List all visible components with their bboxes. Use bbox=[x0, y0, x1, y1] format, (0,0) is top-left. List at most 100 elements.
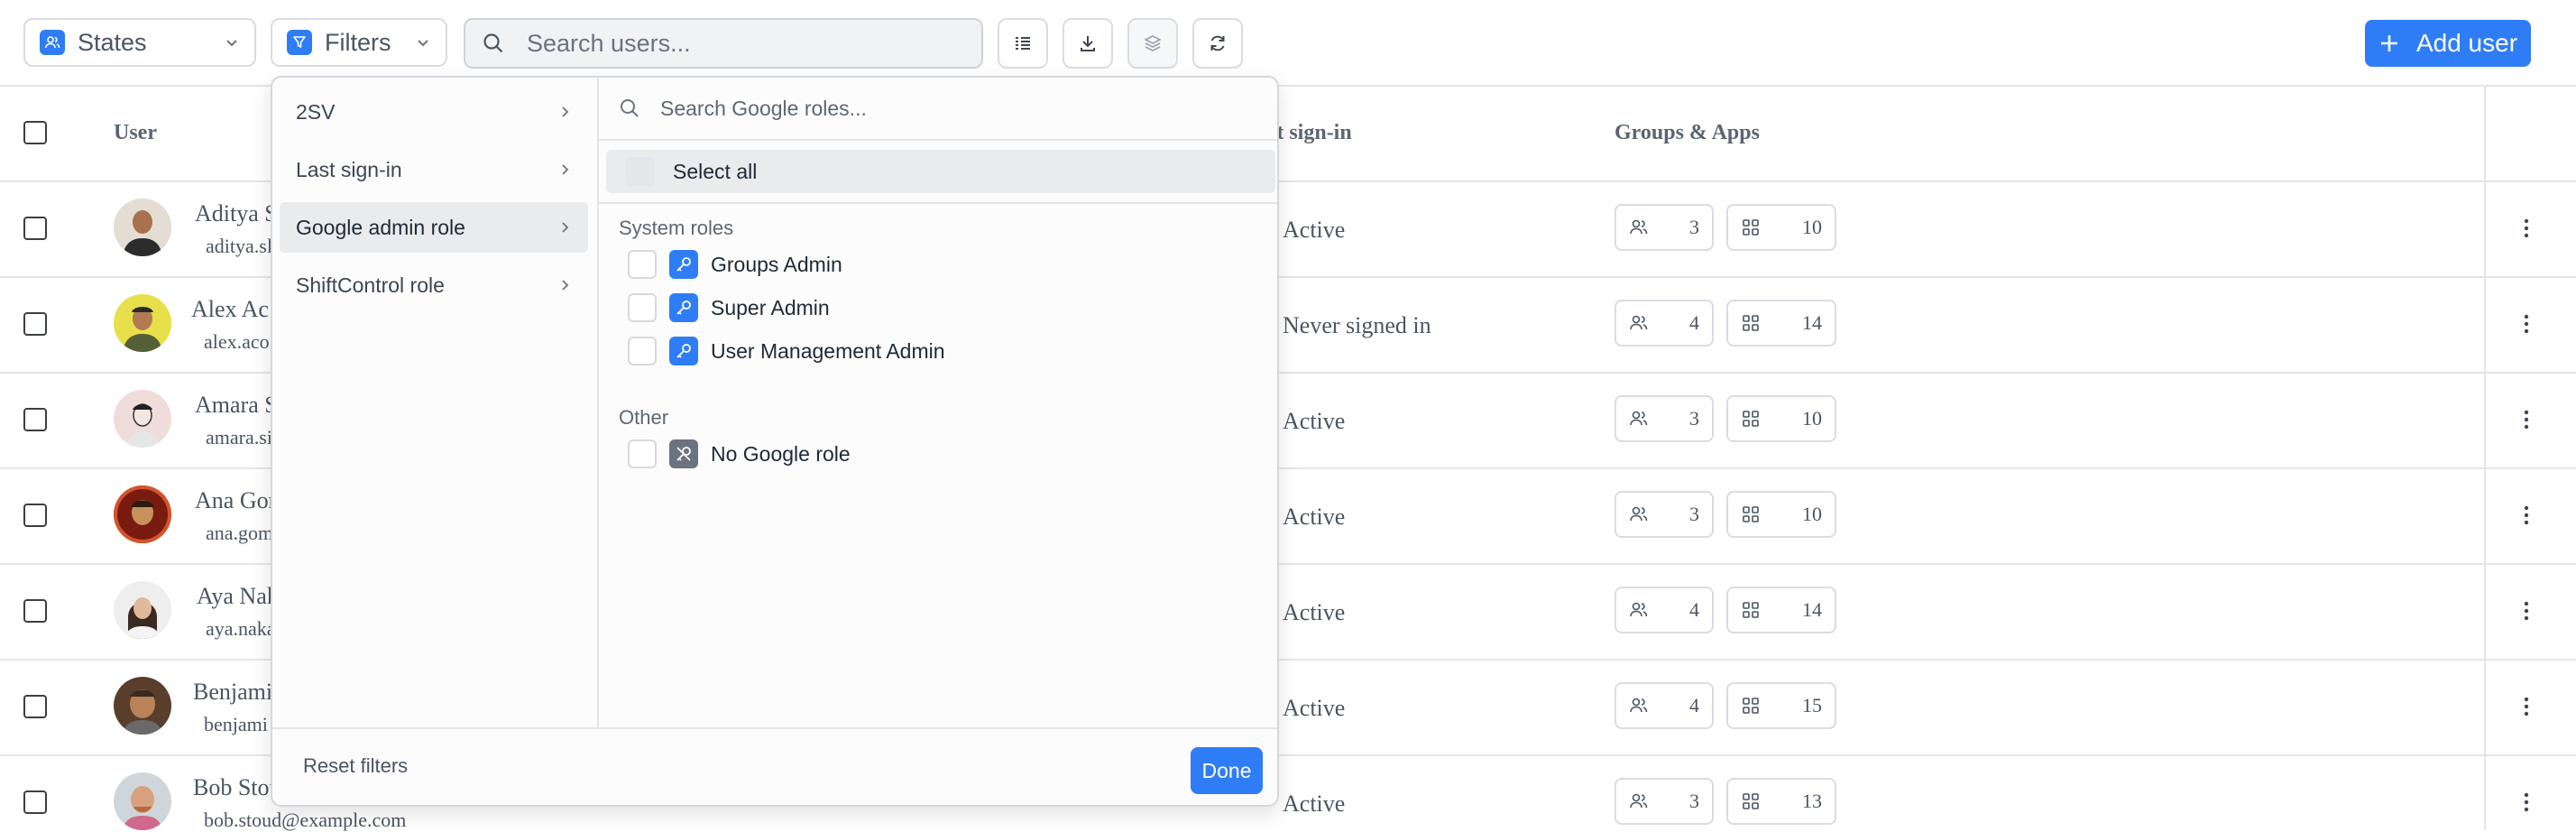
row-checkbox[interactable] bbox=[23, 504, 47, 527]
role-label: Super Admin bbox=[711, 295, 830, 319]
row-checkbox[interactable] bbox=[23, 312, 47, 336]
filters-select[interactable]: Filters bbox=[271, 18, 447, 67]
groups-count-chip[interactable]: 4 bbox=[1615, 682, 1714, 729]
users-icon bbox=[1629, 504, 1649, 524]
user-email: bob.stoud@example.com bbox=[204, 809, 407, 831]
select-all-rows-checkbox[interactable] bbox=[23, 121, 47, 144]
row-menu-icon[interactable] bbox=[2519, 217, 2534, 240]
chevron-right-icon bbox=[557, 220, 572, 235]
role-label: No Google role bbox=[711, 441, 851, 466]
chevron-down-icon bbox=[415, 34, 431, 51]
row-menu-icon[interactable] bbox=[2519, 790, 2534, 814]
user-name[interactable]: Benjami bbox=[193, 679, 272, 706]
user-name[interactable]: Aditya S bbox=[195, 200, 278, 227]
row-checkbox[interactable] bbox=[23, 217, 47, 240]
states-label: States bbox=[78, 28, 147, 56]
user-name[interactable]: Aya Nak bbox=[197, 583, 279, 610]
user-email: alex.aco bbox=[204, 330, 270, 353]
apps-count-chip[interactable]: 13 bbox=[1726, 778, 1836, 825]
column-header-user[interactable]: User bbox=[114, 121, 157, 145]
row-menu-icon[interactable] bbox=[2519, 408, 2534, 431]
done-button[interactable]: Done bbox=[1191, 747, 1263, 794]
apps-count-chip[interactable]: 10 bbox=[1726, 491, 1836, 538]
apps-grid-icon bbox=[1741, 791, 1761, 811]
key-off-icon bbox=[669, 439, 698, 468]
user-name[interactable]: Bob Stou bbox=[193, 774, 281, 801]
filter-category-2sv[interactable]: 2SV bbox=[280, 87, 588, 137]
apps-grid-icon bbox=[1741, 504, 1761, 524]
select-all-checkbox[interactable] bbox=[626, 157, 655, 186]
row-checkbox[interactable] bbox=[23, 408, 47, 431]
groups-count: 3 bbox=[1689, 216, 1699, 238]
groups-count-chip[interactable]: 3 bbox=[1615, 395, 1714, 442]
row-menu-icon[interactable] bbox=[2519, 312, 2534, 336]
row-menu-icon[interactable] bbox=[2519, 504, 2534, 527]
filter-category-shiftcontrol-role[interactable]: ShiftControl role bbox=[280, 260, 588, 310]
states-select[interactable]: States bbox=[23, 18, 256, 67]
category-label: ShiftControl role bbox=[296, 273, 445, 297]
row-checkbox[interactable] bbox=[23, 599, 47, 623]
groups-count-chip[interactable]: 3 bbox=[1615, 778, 1714, 825]
avatar bbox=[114, 199, 171, 256]
column-header-last-signin[interactable]: st sign-in bbox=[1268, 121, 1352, 145]
plus-icon bbox=[2378, 32, 2400, 54]
role-search-box[interactable] bbox=[599, 78, 1277, 141]
role-checkbox[interactable] bbox=[628, 337, 657, 365]
select-all-option[interactable]: Select all bbox=[606, 150, 1275, 193]
apps-count: 13 bbox=[1802, 790, 1822, 812]
apps-count-chip[interactable]: 10 bbox=[1726, 395, 1836, 442]
filter-category-google-admin-role[interactable]: Google admin role bbox=[280, 202, 588, 253]
role-checkbox[interactable] bbox=[628, 250, 657, 279]
role-checkbox[interactable] bbox=[628, 439, 657, 468]
role-option-no-google-role[interactable]: No Google role bbox=[628, 436, 851, 472]
download-icon bbox=[1078, 33, 1098, 53]
columns-button[interactable] bbox=[998, 18, 1048, 69]
apps-count-chip[interactable]: 14 bbox=[1726, 587, 1836, 633]
role-option-groups-admin[interactable]: Groups Admin bbox=[628, 246, 842, 282]
avatar bbox=[114, 294, 171, 352]
key-icon bbox=[669, 250, 698, 279]
role-label: User Management Admin bbox=[711, 338, 945, 363]
users-icon bbox=[1629, 600, 1649, 620]
layers-button[interactable] bbox=[1127, 18, 1178, 69]
role-option-user-management-admin[interactable]: User Management Admin bbox=[628, 333, 945, 369]
apps-grid-icon bbox=[1741, 217, 1761, 237]
user-name[interactable]: Amara S bbox=[195, 392, 278, 419]
last-signin-status: Active bbox=[1283, 217, 1346, 243]
apps-count-chip[interactable]: 10 bbox=[1726, 204, 1836, 251]
user-email: aditya.sl bbox=[206, 235, 272, 257]
groups-count-chip[interactable]: 3 bbox=[1615, 204, 1714, 251]
filters-label: Filters bbox=[325, 28, 391, 56]
role-option-super-admin[interactable]: Super Admin bbox=[628, 290, 830, 326]
divider bbox=[599, 202, 1277, 204]
groups-count-chip[interactable]: 4 bbox=[1615, 587, 1714, 633]
groups-count-chip[interactable]: 3 bbox=[1615, 491, 1714, 538]
user-name[interactable]: Alex Ac bbox=[191, 296, 269, 323]
column-divider bbox=[2484, 85, 2486, 830]
row-menu-icon[interactable] bbox=[2519, 695, 2534, 718]
groups-count-chip[interactable]: 4 bbox=[1615, 300, 1714, 347]
last-signin-status: Active bbox=[1283, 408, 1346, 434]
role-checkbox[interactable] bbox=[628, 293, 657, 322]
refresh-button[interactable] bbox=[1192, 18, 1243, 69]
avatar bbox=[114, 677, 171, 735]
filter-category-last-signin[interactable]: Last sign-in bbox=[280, 144, 588, 195]
download-button[interactable] bbox=[1063, 18, 1113, 69]
filter-icon bbox=[287, 30, 312, 55]
user-search-box[interactable] bbox=[464, 18, 983, 69]
add-user-button[interactable]: Add user bbox=[2365, 20, 2531, 67]
row-checkbox[interactable] bbox=[23, 695, 47, 718]
search-input[interactable] bbox=[525, 28, 965, 59]
key-icon bbox=[669, 293, 698, 322]
column-header-groups-apps[interactable]: Groups & Apps bbox=[1615, 121, 1760, 145]
row-menu-icon[interactable] bbox=[2519, 599, 2534, 623]
role-search-input[interactable] bbox=[658, 95, 1257, 122]
user-name[interactable]: Ana Gon bbox=[195, 487, 281, 514]
apps-count: 15 bbox=[1802, 694, 1822, 716]
user-email: ana.gom bbox=[206, 522, 274, 544]
group-title-other: Other bbox=[619, 406, 669, 429]
apps-count-chip[interactable]: 15 bbox=[1726, 682, 1836, 729]
reset-filters-button[interactable]: Reset filters bbox=[303, 754, 408, 778]
apps-count-chip[interactable]: 14 bbox=[1726, 300, 1836, 347]
row-checkbox[interactable] bbox=[23, 790, 47, 814]
